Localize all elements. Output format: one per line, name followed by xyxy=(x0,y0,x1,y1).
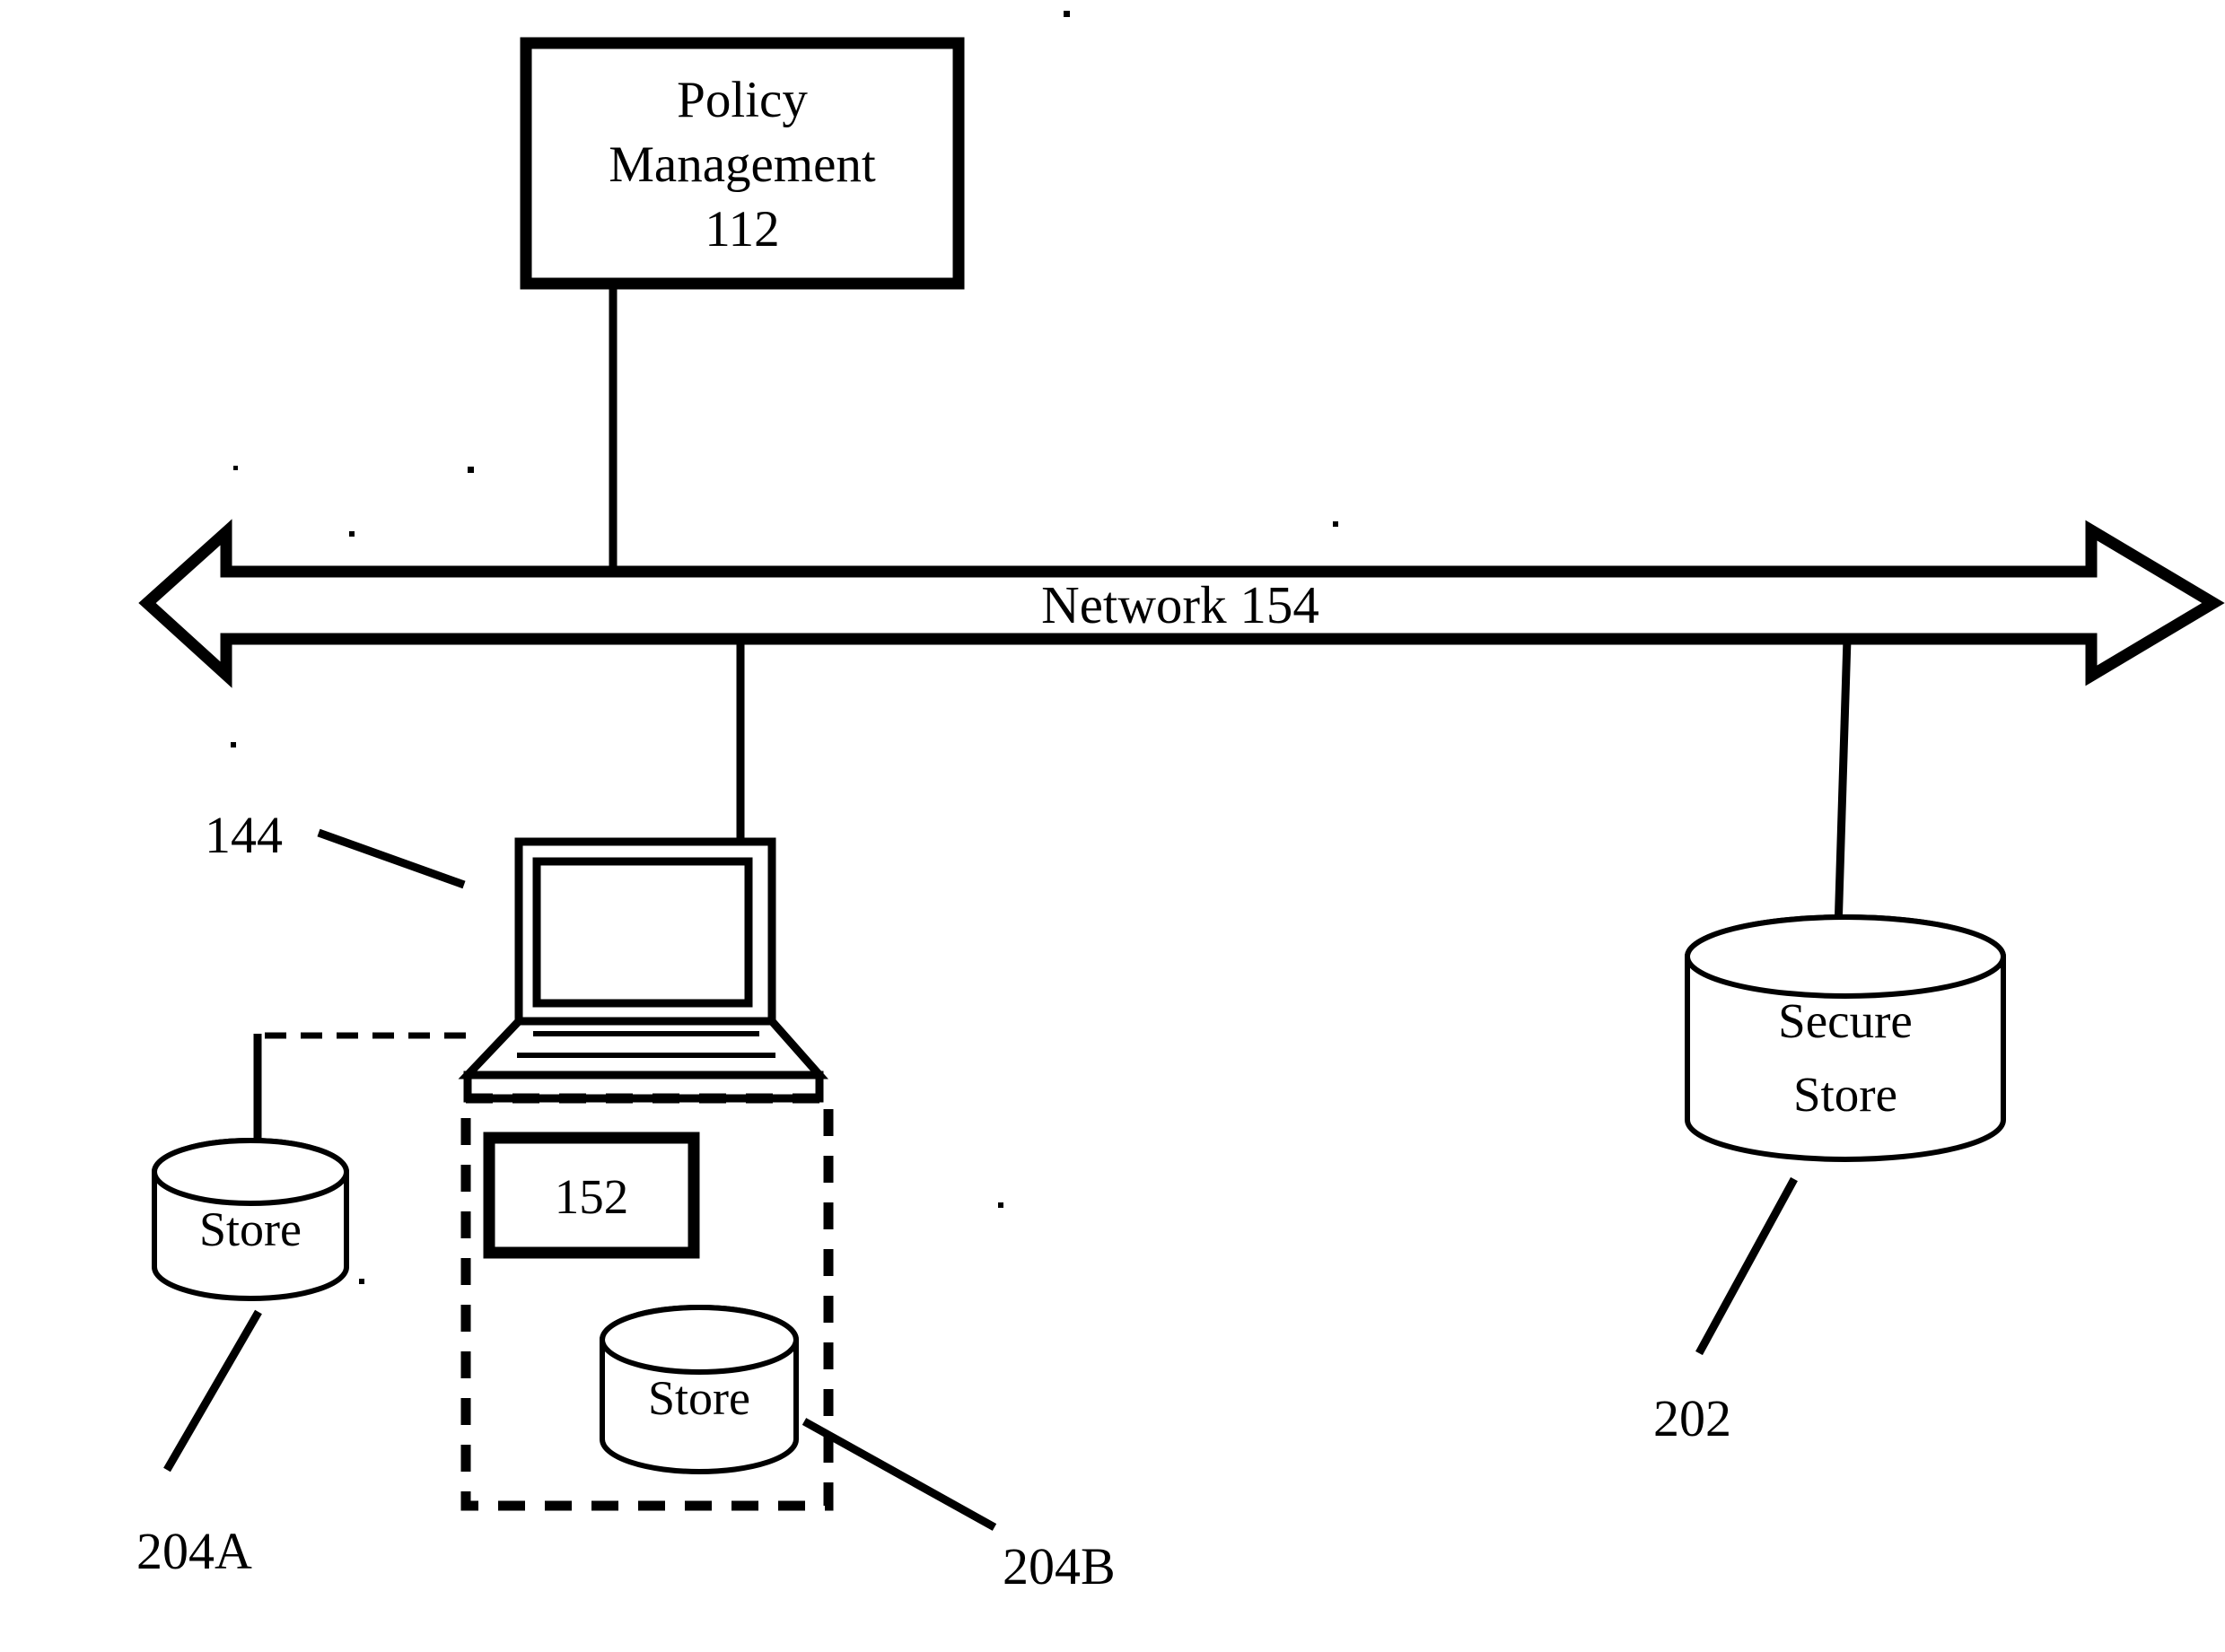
policy-management-label-line1: Policy xyxy=(677,72,808,128)
connector-network-to-secure-store xyxy=(1834,638,1852,931)
laptop-node[interactable] xyxy=(458,837,828,1103)
diagram-svg: Policy Management 112 Network 154 144 15… xyxy=(136,11,2225,1595)
secure-store-label-line1: Secure xyxy=(1778,993,1913,1048)
network-label: Network 154 xyxy=(1041,575,1319,634)
store-internal-reference-label: 204B xyxy=(1003,1537,1116,1595)
store-internal-node[interactable]: Store xyxy=(599,1305,800,1474)
client-module-node[interactable]: 152 xyxy=(483,1132,700,1259)
laptop-keyboard-deck[interactable] xyxy=(458,1017,828,1079)
store-external-label: Store xyxy=(199,1202,302,1256)
policy-management-label-line3: 112 xyxy=(705,201,779,258)
client-module-label: 152 xyxy=(555,1169,629,1224)
secure-store-reference-callout: 202 xyxy=(1653,1176,1798,1447)
secure-store-reference-label: 202 xyxy=(1653,1389,1731,1447)
secure-store-leader-line xyxy=(1695,1176,1798,1356)
network-bus-node[interactable]: Network 154 xyxy=(138,519,2225,688)
store-internal-cylinder-top xyxy=(599,1305,800,1375)
store-internal-label: Store xyxy=(648,1371,750,1425)
store-internal-reference-callout: 204B xyxy=(802,1418,1116,1595)
secure-store-cylinder-top xyxy=(1684,914,2007,999)
laptop-reference-callout: 144 xyxy=(205,806,466,889)
secure-store-label-line2: Store xyxy=(1793,1067,1897,1122)
store-external-leader-line xyxy=(163,1309,262,1473)
store-internal-leader-line xyxy=(802,1418,997,1531)
laptop-leader-line xyxy=(317,828,466,889)
laptop-reference-label: 144 xyxy=(205,806,283,864)
figure-canvas: Policy Management 112 Network 154 144 15… xyxy=(0,0,2225,1652)
store-external-reference-label: 204A xyxy=(136,1522,252,1580)
store-external-cylinder-top xyxy=(151,1138,350,1206)
store-external-reference-callout: 204A xyxy=(136,1309,262,1580)
secure-store-node[interactable]: Secure Store xyxy=(1684,914,2007,1162)
store-external-node[interactable]: Store xyxy=(151,1138,350,1301)
laptop-screen[interactable] xyxy=(532,857,753,1008)
policy-management-label-line2: Management xyxy=(609,136,876,193)
policy-management-node[interactable]: Policy Management 112 xyxy=(520,37,965,290)
